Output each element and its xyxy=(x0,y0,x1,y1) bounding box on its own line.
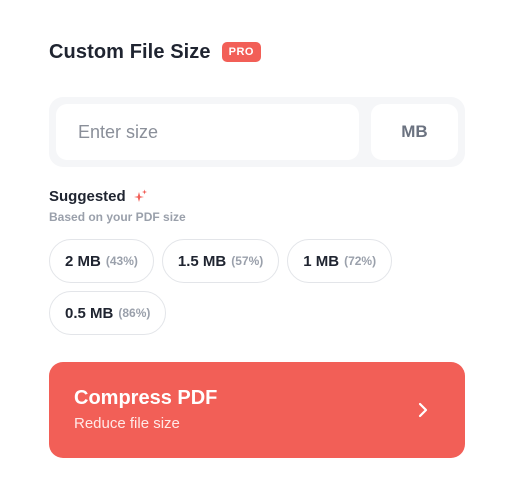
suggested-header: Suggested xyxy=(49,188,148,205)
size-option-chip[interactable]: 1 MB (72%) xyxy=(287,239,393,283)
unit-select[interactable]: MB xyxy=(371,104,458,160)
chip-reduction: (57%) xyxy=(231,254,264,268)
size-input-group: MB xyxy=(49,97,465,167)
size-input[interactable] xyxy=(56,104,359,160)
suggested-title: Suggested xyxy=(49,188,126,205)
chip-reduction: (72%) xyxy=(344,254,377,268)
chip-size: 2 MB xyxy=(65,252,101,270)
suggested-subtitle: Based on your PDF size xyxy=(49,210,186,224)
pro-badge: PRO xyxy=(221,42,261,62)
header: Custom File Size PRO xyxy=(49,38,261,66)
chip-size: 0.5 MB xyxy=(65,304,114,322)
size-option-chip[interactable]: 2 MB (43%) xyxy=(49,239,154,283)
chevron-right-icon xyxy=(418,402,428,418)
sparkle-icon xyxy=(133,189,147,202)
chip-reduction: (43%) xyxy=(105,254,138,268)
chip-size: 1.5 MB xyxy=(177,252,227,270)
suggested-options: 2 MB (43%) 1.5 MB (57%) 1 MB (72%) 0.5 M… xyxy=(49,239,469,335)
compress-button-subtitle: Reduce file size xyxy=(74,415,180,432)
compress-pdf-button[interactable]: Compress PDF Reduce file size xyxy=(49,362,465,458)
compress-button-title: Compress PDF xyxy=(74,387,218,409)
size-option-chip[interactable]: 0.5 MB (86%) xyxy=(49,291,167,335)
size-option-chip[interactable]: 1.5 MB (57%) xyxy=(161,239,280,283)
chip-size: 1 MB xyxy=(303,252,340,270)
panel-title: Custom File Size xyxy=(49,40,211,63)
chip-reduction: (86%) xyxy=(118,306,151,320)
custom-file-size-panel: Custom File Size PRO MB Suggested Based … xyxy=(0,0,512,482)
